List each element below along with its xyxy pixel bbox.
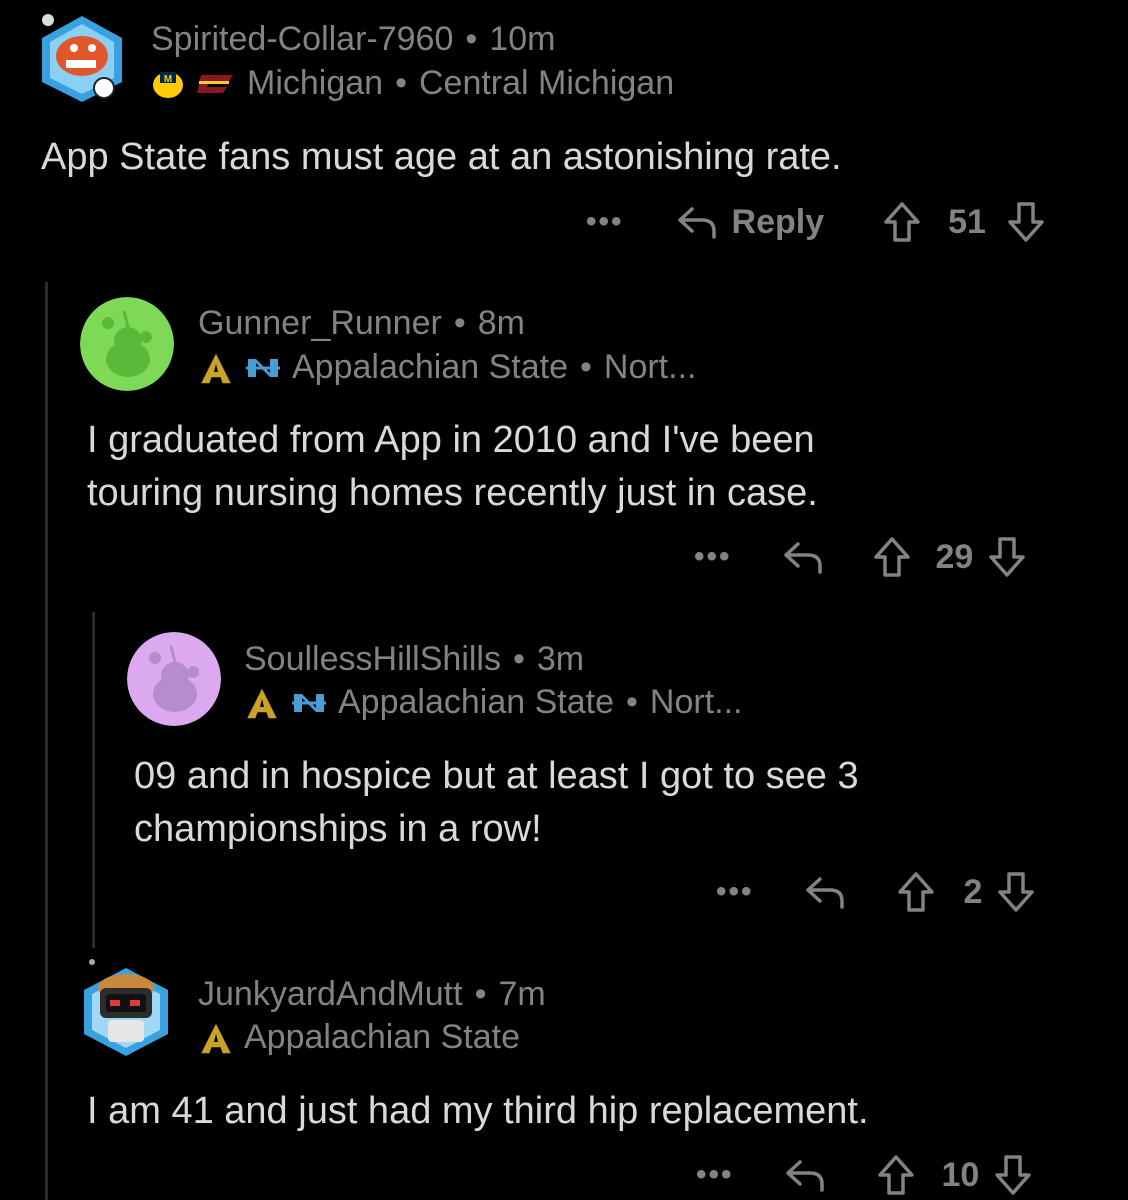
upvote-arrow-icon — [877, 1155, 914, 1195]
timestamp: 7m — [498, 975, 546, 1013]
comment-junkyard-and-mutt: JunkyardAndMutt • 7m Appalachian State I a… — [0, 0, 1128, 1200]
comment-meta: JunkyardAndMutt • 7m — [198, 975, 546, 1014]
avatar[interactable] — [80, 958, 172, 1060]
username[interactable]: JunkyardAndMutt — [198, 975, 463, 1013]
comment-actions: ••• 10 — [696, 1153, 1033, 1197]
separator-dot: • — [474, 975, 487, 1013]
comment-body: I am 41 and just had my third hip replac… — [87, 1085, 869, 1138]
more-icon[interactable]: ••• — [696, 1158, 734, 1192]
comment-body-line: I am 41 and just had my third hip replac… — [87, 1090, 869, 1132]
downvote-button[interactable] — [993, 1153, 1033, 1197]
reply-arrow-icon — [785, 1160, 824, 1192]
flair-line: Appalachian State — [198, 1018, 520, 1057]
flair-text: Appalachian State — [244, 1018, 520, 1056]
appalachian-state-logo-icon — [198, 1019, 234, 1056]
downvote-arrow-icon — [995, 1155, 1032, 1195]
vote-count: 10 — [941, 1155, 980, 1194]
reply-button[interactable] — [784, 1156, 826, 1194]
upvote-button[interactable] — [876, 1153, 916, 1197]
